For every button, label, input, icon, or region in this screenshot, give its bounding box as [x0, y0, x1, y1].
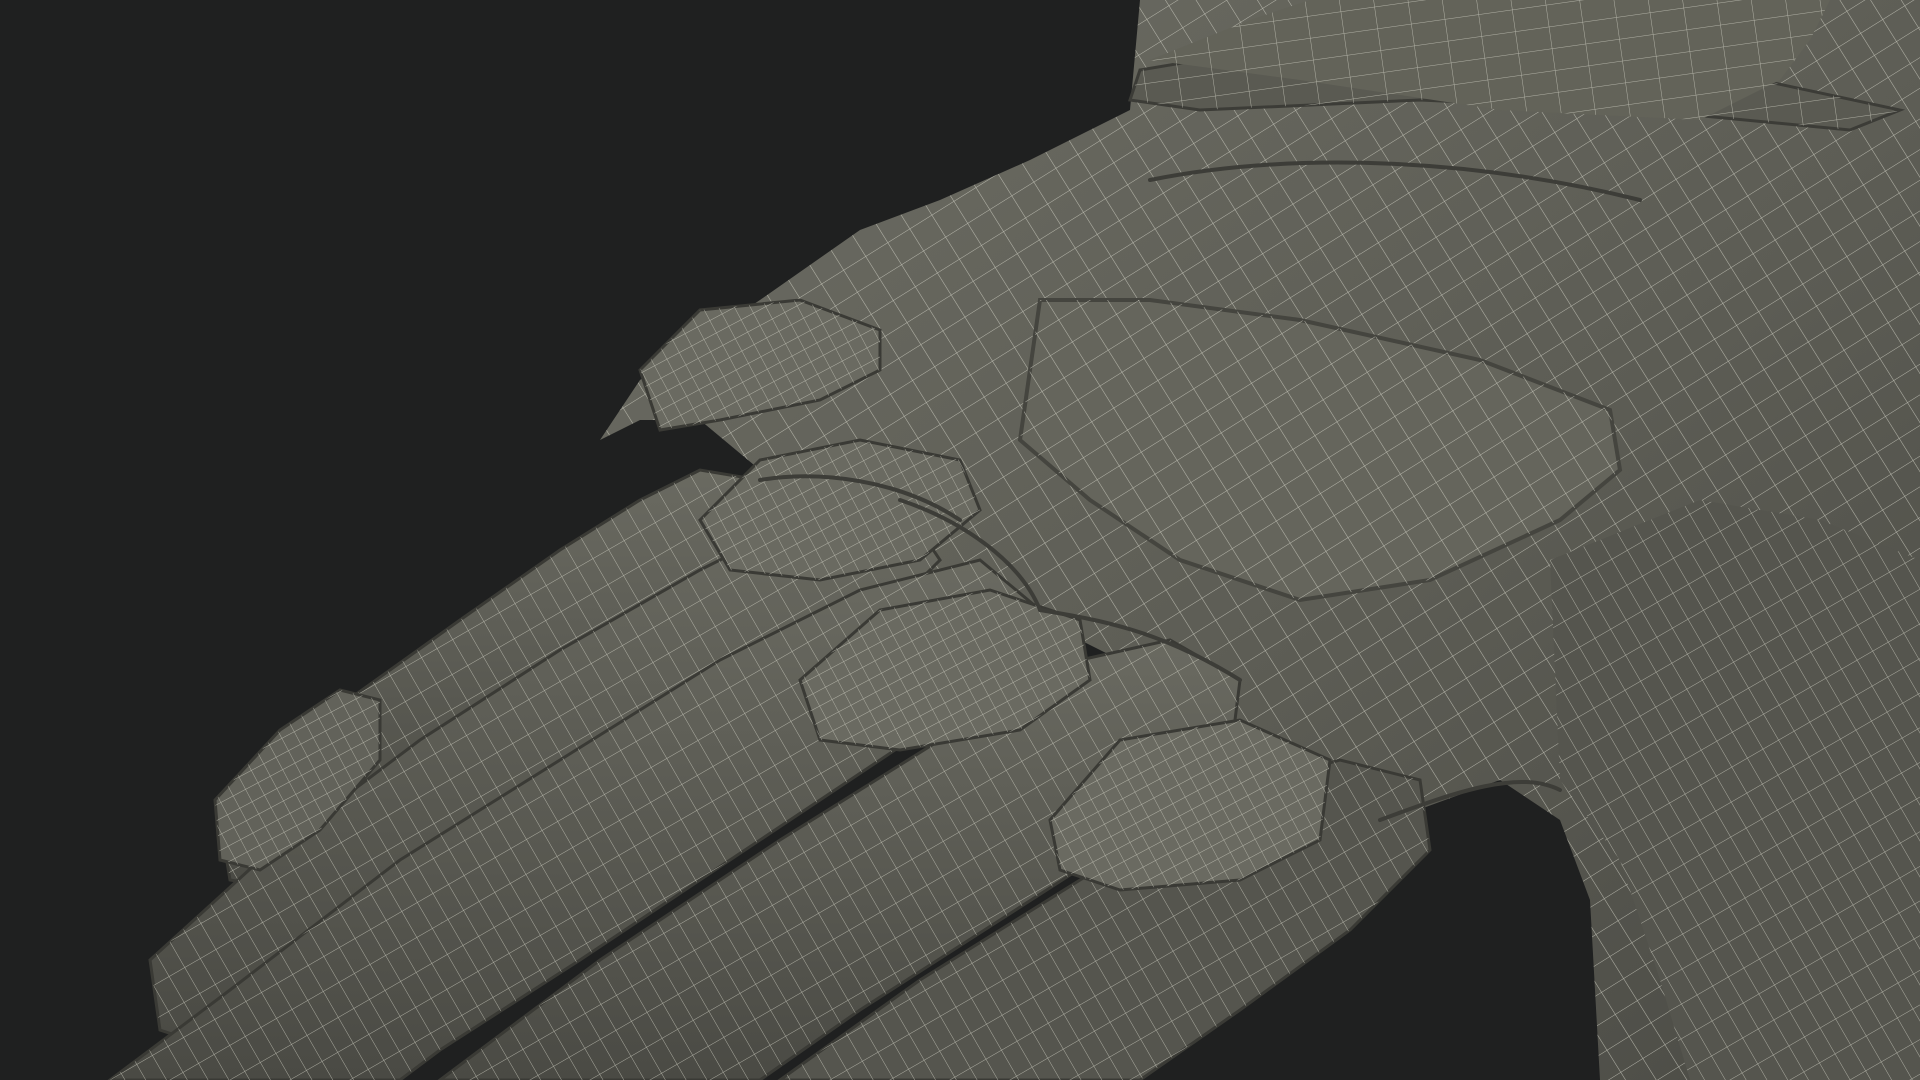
glove-wireframe-render [0, 0, 1920, 1080]
viewport [0, 0, 1920, 1080]
